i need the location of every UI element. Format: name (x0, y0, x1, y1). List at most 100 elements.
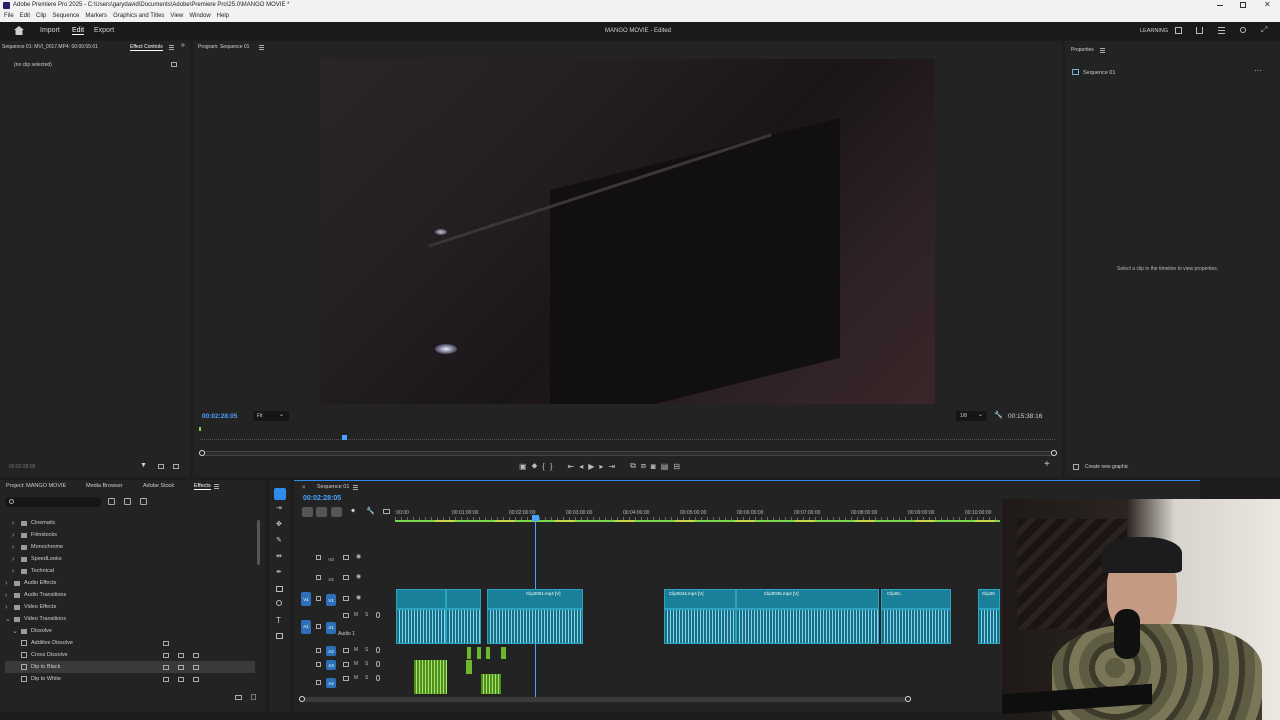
add-marker-icon[interactable]: ⬥ (351, 508, 355, 515)
track-select-tool-icon[interactable]: ⇥ (276, 504, 282, 512)
scroll-handle-left[interactable] (299, 696, 305, 702)
add-button-icon[interactable]: + (1044, 459, 1050, 470)
source-patch[interactable]: A1 (301, 619, 311, 634)
effect-folder[interactable]: ⌄ Dissolve (5, 625, 255, 637)
trim-icon[interactable]: ⊟ (673, 462, 680, 471)
audio-clip[interactable] (487, 609, 583, 644)
chevron-right-icon[interactable]: › (12, 520, 18, 527)
audio-clip[interactable] (446, 609, 481, 644)
snap-icon[interactable] (302, 507, 313, 517)
track-output-icon[interactable] (343, 596, 349, 601)
work-area-bar[interactable] (395, 520, 1000, 522)
track-output-icon[interactable] (343, 662, 349, 667)
tab-effects[interactable]: Effects (194, 483, 211, 490)
create-graphic-button[interactable]: Create new graphic (1071, 462, 1161, 472)
menu-clip[interactable]: Clip (36, 13, 46, 19)
solo-button[interactable]: S (365, 661, 368, 667)
audio-clip-green[interactable] (414, 660, 447, 674)
microphone-icon[interactable] (376, 612, 380, 618)
audio-clip[interactable] (664, 609, 736, 644)
lock-icon[interactable] (316, 596, 321, 601)
chevron-down-icon[interactable]: ⌄ (12, 627, 18, 635)
program-tab[interactable]: Program: Sequence 01 (198, 44, 249, 50)
lock-icon[interactable] (316, 555, 321, 560)
chevron-down-icon[interactable]: ⌄ (5, 615, 11, 623)
microphone-icon[interactable] (376, 647, 380, 653)
chevron-right-icon[interactable]: › (5, 580, 11, 587)
mute-button[interactable]: M (354, 647, 358, 653)
track-output-icon[interactable] (343, 555, 349, 560)
tab-import[interactable]: Import (40, 27, 60, 34)
source-patch[interactable]: V1 (301, 592, 311, 606)
chevron-right-icon[interactable]: › (12, 568, 18, 575)
effect-folder[interactable]: › Cinematic (5, 517, 255, 529)
filter-icon[interactable]: ▼ (140, 462, 147, 469)
menu-help[interactable]: Help (217, 13, 229, 19)
insert-icon[interactable]: ⧉ (630, 461, 636, 471)
timeline-settings-icon[interactable]: 🔧 (366, 507, 375, 515)
mute-button[interactable]: M (354, 675, 358, 681)
menu-sequence[interactable]: Sequence (52, 13, 79, 19)
video-clip[interactable]: Clip0001.mp4 [V] (487, 589, 583, 609)
accelerated-effects-icon[interactable] (108, 498, 115, 505)
audio-clip-green[interactable] (466, 660, 472, 674)
tab-adobe-stock[interactable]: Adobe Stock (143, 483, 174, 489)
settings-wrench-icon[interactable]: 🔧 (994, 411, 1003, 419)
effect-controls-tab[interactable]: Effect Controls (130, 44, 163, 51)
menu-window[interactable]: Window (189, 13, 210, 19)
effect-folder[interactable]: › SpeedLooks (5, 553, 255, 565)
delete-icon[interactable] (251, 694, 256, 700)
audio-clip-green[interactable] (501, 647, 506, 659)
track-name[interactable]: V1 (326, 594, 336, 606)
comparison-icon[interactable]: ▤ (661, 462, 669, 471)
panel-expand-icon[interactable]: » (181, 42, 185, 49)
lock-icon[interactable] (316, 680, 321, 685)
eye-icon[interactable]: ◉ (356, 594, 361, 601)
effect-folder[interactable]: ⌄ Video Transitions (5, 613, 255, 625)
timeline-playhead-head[interactable] (532, 515, 539, 521)
maximize-icon[interactable] (1240, 2, 1246, 8)
home-icon[interactable] (14, 26, 24, 35)
solo-button[interactable]: S (365, 612, 368, 618)
effect-item[interactable]: Cross Dissolve (5, 649, 255, 661)
program-timecode[interactable]: 00:02:28:05 (202, 413, 237, 420)
panel-menu-icon[interactable] (169, 45, 174, 46)
overwrite-icon[interactable]: ⧈ (641, 461, 646, 471)
mark-out-icon[interactable]: } (550, 462, 553, 471)
hand-tool-icon[interactable] (276, 600, 282, 606)
sequence-tab[interactable]: Sequence 01 (317, 484, 349, 490)
track-output-icon[interactable] (343, 648, 349, 653)
track-header[interactable]: A2 M S (301, 644, 395, 658)
32bit-effects-icon[interactable] (124, 498, 131, 505)
audio-clip[interactable] (978, 609, 1000, 644)
properties-menu-icon[interactable] (1100, 48, 1105, 49)
track-header[interactable]: A1 A1 M S Audio 1 (301, 609, 395, 644)
audio-clip[interactable] (881, 609, 951, 644)
selection-tool-icon[interactable] (274, 488, 286, 500)
linked-selection-icon[interactable] (316, 507, 327, 517)
effect-item[interactable]: Additive Dissolve (5, 637, 255, 649)
track-header[interactable]: V3 ◉ (301, 548, 395, 568)
track-header[interactable]: V2 ◉ (301, 568, 395, 588)
audio-clip-green[interactable] (467, 647, 471, 659)
marker-icon[interactable]: ⬥ (532, 461, 538, 471)
lock-icon[interactable] (316, 623, 321, 629)
mark-in-icon[interactable]: { (542, 462, 545, 471)
video-clip[interactable] (446, 589, 481, 609)
track-name[interactable]: A3 (326, 660, 336, 670)
track-header[interactable]: A3 M S (301, 658, 395, 672)
export-icon[interactable] (173, 464, 179, 469)
lock-icon[interactable] (316, 648, 321, 653)
track-name[interactable]: A1 (326, 621, 336, 634)
effect-folder[interactable]: › Filmstocks (5, 529, 255, 541)
mute-button[interactable]: M (354, 612, 358, 618)
program-menu-icon[interactable] (259, 45, 264, 46)
video-clip[interactable] (396, 589, 446, 609)
video-clip[interactable]: Clip0036.mp4 [V] (736, 589, 879, 609)
chevron-right-icon[interactable]: › (5, 604, 11, 611)
export-frame-icon[interactable] (171, 62, 177, 67)
menu-graphics-and-titles[interactable]: Graphics and Titles (113, 13, 164, 19)
microphone-icon[interactable] (376, 661, 380, 667)
solo-button[interactable]: S (365, 647, 368, 653)
track-header[interactable]: A4 M S (301, 672, 395, 694)
